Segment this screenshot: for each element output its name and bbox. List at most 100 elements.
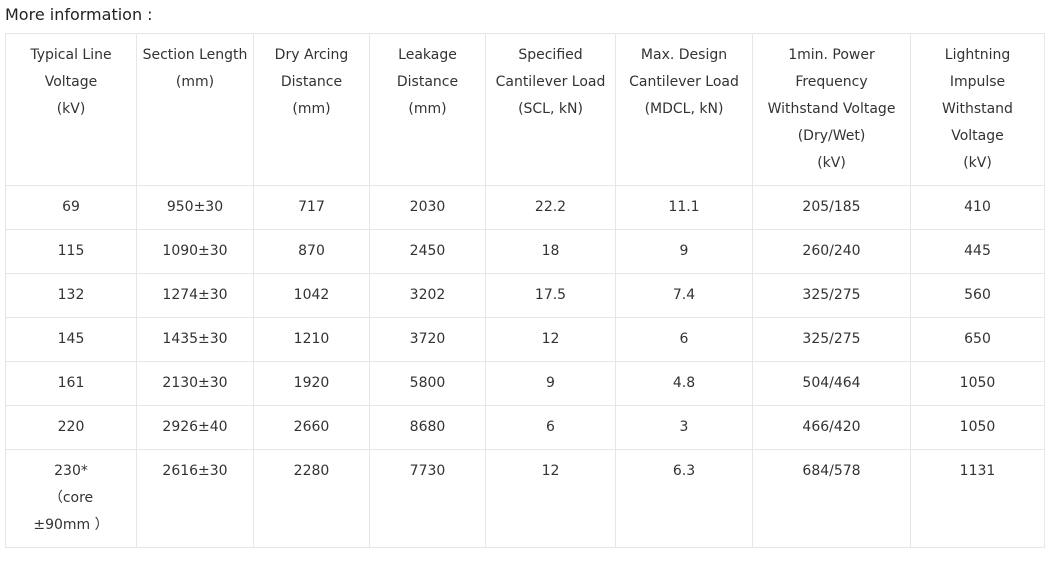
- cell-typical-line-voltage: 220: [5, 405, 137, 450]
- table-row: 220 2926±40 2660 8680 6 3 466/420 1050: [5, 405, 1045, 450]
- cell-max-design-cantilever-load: 6: [615, 317, 753, 362]
- cell-text-line: 2280: [293, 463, 330, 479]
- cell-text-line: Specified: [518, 47, 583, 63]
- cell-text-line: 1210: [293, 331, 330, 347]
- table-body: 69 950±30 717 2030 22.2 11.1 205/185 410 115 1090…: [5, 185, 1045, 548]
- cell-text-line: 325/275: [802, 287, 861, 303]
- cell-text-line: 2130±30: [162, 375, 228, 391]
- cell-text-line: 145: [57, 331, 85, 347]
- header-section-length: Section Length (mm): [136, 33, 254, 186]
- cell-dry-arcing-distance: 2280: [253, 449, 370, 548]
- cell-text-line: ±90mm ）: [33, 517, 109, 533]
- cell-text-line: Frequency: [795, 74, 868, 90]
- cell-text-line: Max. Design: [640, 47, 728, 63]
- cell-text-line: 220: [57, 419, 85, 435]
- cell-text-line: 1042: [293, 287, 330, 303]
- cell-text-line: 9: [679, 243, 689, 259]
- cell-lightning-impulse-withstand-voltage: 410: [910, 185, 1045, 230]
- cell-power-frequency-withstand-voltage: 466/420: [752, 405, 911, 450]
- cell-text-line: 325/275: [802, 331, 861, 347]
- cell-text-line: 3720: [409, 331, 446, 347]
- cell-max-design-cantilever-load: 6.3: [615, 449, 753, 548]
- cell-text-line: 11.1: [668, 199, 700, 215]
- cell-text-line: Impulse: [949, 74, 1006, 90]
- table-row: 161 2130±30 1920 5800 9 4.8 504/464 1050: [5, 361, 1045, 406]
- cell-dry-arcing-distance: 1920: [253, 361, 370, 406]
- table-row: 145 1435±30 1210 3720 12 6 325/275 650: [5, 317, 1045, 362]
- cell-typical-line-voltage: 115: [5, 229, 137, 274]
- section-title: More information :: [5, 5, 153, 24]
- cell-text-line: 161: [57, 375, 85, 391]
- cell-text-line: 205/185: [802, 199, 861, 215]
- cell-text-line: 18: [541, 243, 560, 259]
- cell-section-length: 1090±30: [136, 229, 254, 274]
- cell-power-frequency-withstand-voltage: 325/275: [752, 317, 911, 362]
- cell-max-design-cantilever-load: 11.1: [615, 185, 753, 230]
- table-header-row: Typical Line Voltage (kV) Section Length (m…: [5, 33, 1045, 186]
- cell-text-line: 6: [546, 419, 555, 435]
- cell-text-line: 6.3: [672, 463, 696, 479]
- cell-text-line: 650: [964, 331, 991, 347]
- cell-lightning-impulse-withstand-voltage: 1050: [910, 361, 1045, 406]
- cell-text-line: 2660: [293, 419, 330, 435]
- cell-text-line: 1920: [293, 375, 330, 391]
- table-row: 69 950±30 717 2030 22.2 11.1 205/185 410: [5, 185, 1045, 230]
- header-typical-line-voltage: Typical Line Voltage (kV): [5, 33, 137, 186]
- cell-text-line: (SCL, kN): [518, 101, 583, 117]
- cell-text-line: 2030: [409, 199, 446, 215]
- cell-lightning-impulse-withstand-voltage: 1131: [910, 449, 1045, 548]
- cell-text-line: 22.2: [534, 199, 567, 215]
- cell-dry-arcing-distance: 717: [253, 185, 370, 230]
- cell-text-line: 1435±30: [162, 331, 228, 347]
- cell-leakage-distance: 7730: [369, 449, 486, 548]
- cell-text-line: 69: [62, 199, 80, 215]
- cell-text-line: 466/420: [802, 419, 861, 435]
- cell-text-line: Voltage: [951, 128, 1004, 144]
- cell-text-line: (kV): [56, 101, 86, 117]
- cell-text-line: 12: [541, 331, 560, 347]
- cell-power-frequency-withstand-voltage: 504/464: [752, 361, 911, 406]
- cell-section-length: 1274±30: [136, 273, 254, 318]
- cell-text-line: 260/240: [802, 243, 861, 259]
- cell-leakage-distance: 3720: [369, 317, 486, 362]
- cell-dry-arcing-distance: 870: [253, 229, 370, 274]
- cell-text-line: 870: [298, 243, 325, 259]
- cell-max-design-cantilever-load: 3: [615, 405, 753, 450]
- cell-text-line: 504/464: [802, 375, 861, 391]
- cell-lightning-impulse-withstand-voltage: 560: [910, 273, 1045, 318]
- cell-dry-arcing-distance: 2660: [253, 405, 370, 450]
- cell-dry-arcing-distance: 1210: [253, 317, 370, 362]
- cell-leakage-distance: 2450: [369, 229, 486, 274]
- page: More information : Typical Line Voltage (k…: [0, 0, 1064, 563]
- table-row: 132 1274±30 1042 3202 17.5 7.4 325/275 560: [5, 273, 1045, 318]
- cell-specified-cantilever-load: 12: [485, 317, 616, 362]
- cell-text-line: Lightning: [944, 47, 1011, 63]
- cell-text-line: (mm): [175, 74, 215, 90]
- header-dry-arcing-distance: Dry Arcing Distance (mm): [253, 33, 370, 186]
- cell-leakage-distance: 8680: [369, 405, 486, 450]
- cell-leakage-distance: 3202: [369, 273, 486, 318]
- cell-text-line: 2616±30: [162, 463, 228, 479]
- cell-typical-line-voltage: 145: [5, 317, 137, 362]
- cell-specified-cantilever-load: 12: [485, 449, 616, 548]
- cell-leakage-distance: 2030: [369, 185, 486, 230]
- specifications-table: Typical Line Voltage (kV) Section Length (m…: [5, 33, 1045, 548]
- header-power-frequency-withstand-voltage: 1min. Power Frequency Withstand Voltage (Dr…: [752, 33, 911, 186]
- cell-text-line: Cantilever Load: [495, 74, 606, 90]
- cell-text-line: 560: [964, 287, 991, 303]
- cell-text-line: 3202: [409, 287, 446, 303]
- cell-text-line: Cantilever Load: [629, 74, 739, 90]
- cell-specified-cantilever-load: 6: [485, 405, 616, 450]
- cell-max-design-cantilever-load: 4.8: [615, 361, 753, 406]
- cell-power-frequency-withstand-voltage: 325/275: [752, 273, 911, 318]
- cell-max-design-cantilever-load: 9: [615, 229, 753, 274]
- cell-text-line: 7730: [409, 463, 446, 479]
- cell-section-length: 2926±40: [136, 405, 254, 450]
- cell-text-line: 684/578: [802, 463, 861, 479]
- cell-typical-line-voltage: 69: [5, 185, 137, 230]
- table-row: 230* （core ±90mm ） 2616±30 2280 7730 12 6.3 684/…: [5, 449, 1045, 548]
- cell-text-line: (kV): [963, 155, 992, 171]
- cell-typical-line-voltage: 161: [5, 361, 137, 406]
- cell-specified-cantilever-load: 22.2: [485, 185, 616, 230]
- cell-text-line: 5800: [409, 375, 446, 391]
